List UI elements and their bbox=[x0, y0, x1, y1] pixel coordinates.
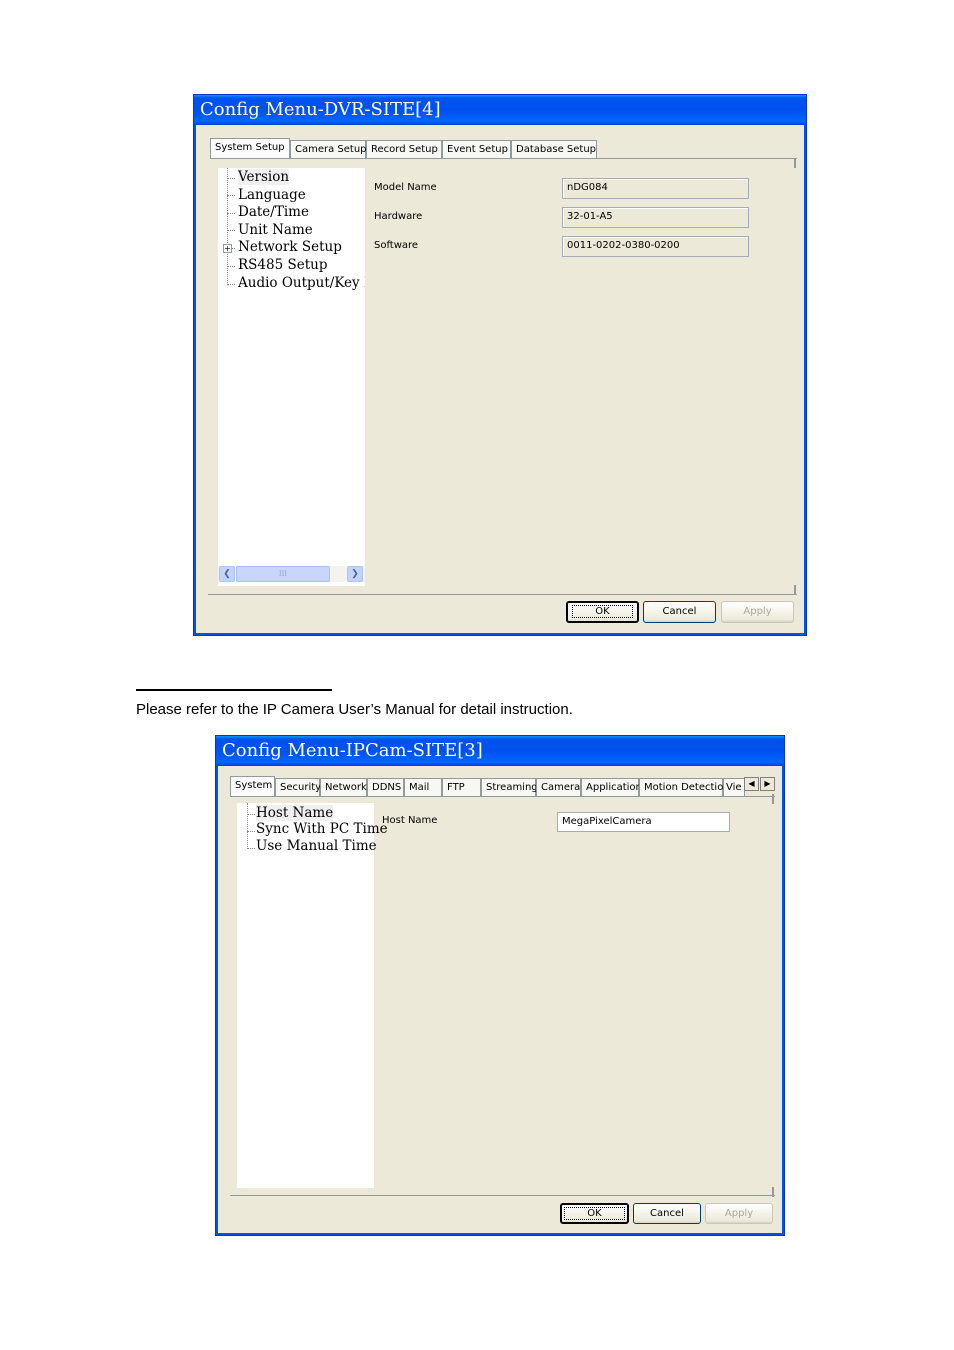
apply-button[interactable]: Apply bbox=[705, 1203, 773, 1224]
tab-scroll-right-icon[interactable]: ▶ bbox=[760, 777, 775, 791]
hardware-field: 32-01-A5 bbox=[562, 207, 749, 228]
apply-button[interactable]: Apply bbox=[721, 601, 794, 623]
dvr-window-title: Config Menu-DVR-SITE[4] bbox=[194, 95, 806, 125]
tab-ftp[interactable]: FTP bbox=[442, 778, 481, 796]
ok-button[interactable]: OK bbox=[560, 1203, 629, 1224]
tree-connector bbox=[227, 168, 228, 285]
tree-item-use-manual-time[interactable]: Use Manual Time bbox=[256, 838, 377, 854]
tree-connector bbox=[227, 230, 235, 231]
tab-network[interactable]: Network bbox=[320, 778, 367, 796]
software-label: Software bbox=[374, 240, 419, 251]
footnote-text: Please refer to the IP Camera User’s Man… bbox=[136, 701, 573, 718]
tab-security[interactable]: Security bbox=[275, 778, 321, 796]
tree-horizontal-scrollbar[interactable]: ❮ III ❯ bbox=[218, 566, 365, 582]
tree-item-audio-output[interactable]: Audio Output/Key B bbox=[238, 275, 365, 291]
tab-camera-setup[interactable]: Camera Setup bbox=[290, 140, 367, 158]
tree-connector bbox=[247, 848, 255, 849]
tab-system-setup[interactable]: System Setup bbox=[210, 138, 290, 158]
tree-expand-plus-icon[interactable]: + bbox=[223, 244, 232, 253]
scroll-right-arrow-icon[interactable]: ❯ bbox=[347, 566, 363, 582]
tab-panel-top-edge bbox=[210, 158, 797, 159]
tab-panel-marker bbox=[772, 794, 774, 804]
tab-panel-marker bbox=[794, 158, 796, 168]
tab-database-setup[interactable]: Database Setup bbox=[511, 140, 597, 158]
tree-connector bbox=[227, 195, 235, 196]
scrollbar-thumb[interactable]: III bbox=[236, 566, 330, 582]
dvr-settings-tree[interactable]: + Version Language Date/Time Unit Name N… bbox=[218, 168, 365, 586]
ok-button-label: OK bbox=[564, 1207, 625, 1220]
tree-item-network-setup[interactable]: Network Setup bbox=[238, 239, 342, 255]
tab-system[interactable]: System bbox=[230, 776, 275, 796]
tab-ddns[interactable]: DDNS bbox=[367, 778, 404, 796]
tree-item-rs485-setup[interactable]: RS485 Setup bbox=[238, 257, 327, 273]
tree-connector bbox=[247, 803, 248, 849]
dvr-window-body: System Setup Camera Setup Record Setup E… bbox=[197, 125, 803, 632]
tree-connector bbox=[247, 814, 255, 815]
tab-application[interactable]: Application bbox=[581, 778, 642, 796]
dvr-config-window: Config Menu-DVR-SITE[4] System Setup Cam… bbox=[193, 94, 807, 636]
tab-scroll-left-icon[interactable]: ◀ bbox=[744, 777, 759, 791]
model-name-label: Model Name bbox=[374, 182, 437, 193]
tree-connector bbox=[227, 178, 235, 179]
ipcam-window-body: System Security Network DDNS Mail FTP St… bbox=[219, 766, 781, 1232]
ipcam-config-window: Config Menu-IPCam-SITE[3] System Securit… bbox=[215, 735, 785, 1236]
cancel-button[interactable]: Cancel bbox=[643, 601, 716, 623]
cancel-button[interactable]: Cancel bbox=[633, 1203, 701, 1224]
ipcam-window-title: Config Menu-IPCam-SITE[3] bbox=[216, 736, 784, 766]
tab-record-setup[interactable]: Record Setup bbox=[366, 140, 442, 158]
software-field: 0011-0202-0380-0200 bbox=[562, 236, 749, 257]
footnote-separator bbox=[136, 689, 332, 691]
host-name-label: Host Name bbox=[382, 815, 438, 826]
tree-connector bbox=[247, 831, 255, 832]
tree-connector bbox=[227, 213, 235, 214]
tab-panel-top-edge bbox=[230, 796, 775, 797]
tree-item-version[interactable]: Version bbox=[238, 169, 290, 185]
hardware-label: Hardware bbox=[374, 211, 423, 222]
host-name-input[interactable]: MegaPixelCamera bbox=[557, 812, 730, 832]
tree-item-date-time[interactable]: Date/Time bbox=[238, 204, 309, 220]
tab-mail[interactable]: Mail bbox=[404, 778, 442, 796]
tab-view[interactable]: Vie bbox=[723, 778, 745, 796]
tab-panel-bottom-edge bbox=[230, 1195, 775, 1196]
tab-panel-bottom-edge bbox=[208, 594, 797, 595]
ipcam-settings-tree[interactable]: Host Name Sync With PC Time Use Manual T… bbox=[237, 803, 388, 1188]
tab-event-setup[interactable]: Event Setup bbox=[442, 140, 511, 158]
tree-item-sync-with-pc-time[interactable]: Sync With PC Time bbox=[256, 821, 388, 837]
scroll-left-arrow-icon[interactable]: ❮ bbox=[219, 566, 235, 582]
ok-button[interactable]: OK bbox=[566, 601, 639, 623]
model-name-field: nDG084 bbox=[562, 178, 749, 199]
tree-item-unit-name[interactable]: Unit Name bbox=[238, 222, 313, 238]
tree-connector bbox=[227, 266, 235, 267]
tab-motion-detection[interactable]: Motion Detection bbox=[639, 778, 730, 796]
tab-streaming[interactable]: Streaming bbox=[481, 778, 538, 796]
tree-item-language[interactable]: Language bbox=[238, 187, 306, 203]
tree-connector bbox=[227, 284, 235, 285]
tab-camera[interactable]: Camera bbox=[536, 778, 581, 796]
ok-button-label: OK bbox=[572, 605, 633, 618]
tree-item-host-name[interactable]: Host Name bbox=[256, 805, 334, 821]
